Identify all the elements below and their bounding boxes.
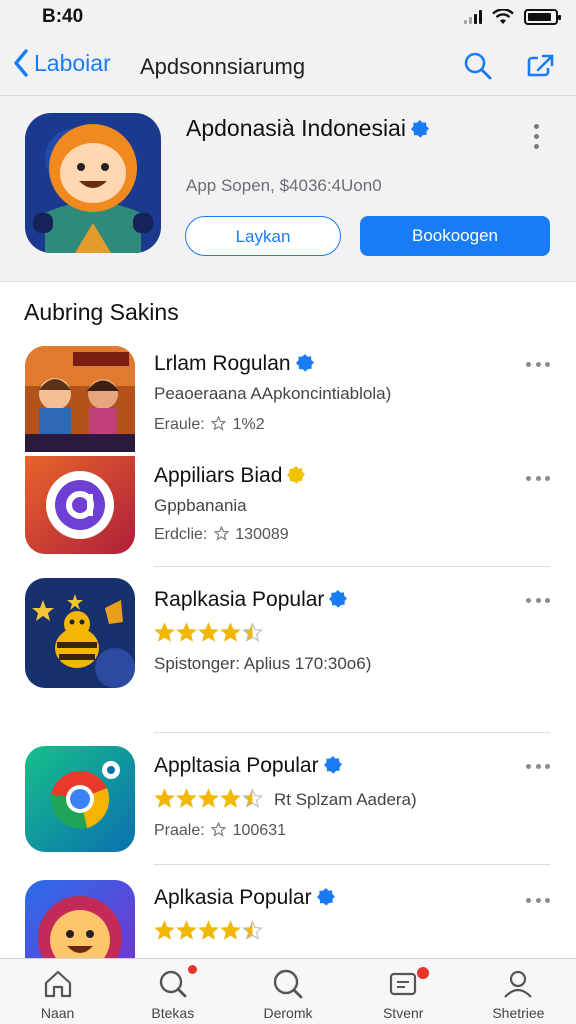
featured-app-icon[interactable] <box>25 113 161 253</box>
inbox-icon <box>390 972 417 996</box>
tab-label: Naan <box>40 1005 75 1021</box>
star-icon <box>220 788 241 808</box>
star-icon <box>176 920 197 940</box>
chevron-left-icon <box>14 49 28 77</box>
featured-app-card: Apdonasià Indonesiai App Sopen, $4036:4U… <box>0 96 576 282</box>
verified-badge-icon <box>316 888 335 906</box>
back-button[interactable]: Laboiar <box>12 48 111 78</box>
app-icon-game <box>25 346 135 452</box>
list-item[interactable]: Aplkasia Popular <box>0 880 576 958</box>
star-icon <box>198 788 219 808</box>
star-icon <box>154 622 175 642</box>
search-icon <box>464 52 492 80</box>
notification-badge <box>187 965 197 974</box>
share-icon <box>527 54 554 77</box>
app-rating-text: Praale: 100631 <box>154 822 286 839</box>
status-bar: B:40 <box>0 0 576 36</box>
app-icon-a-logo <box>25 456 135 554</box>
secondary-action-button[interactable]: Laykan <box>185 216 341 256</box>
tab-bar: Naan Btekas Deromk Stvenr Shetriee <box>0 958 576 1024</box>
verified-badge-icon <box>287 466 306 484</box>
battery-icon <box>524 9 561 25</box>
star-icon <box>198 920 219 940</box>
more-options-icon[interactable] <box>526 476 550 482</box>
more-options-icon[interactable] <box>526 898 550 904</box>
app-name: Appiliars Biad <box>154 464 306 488</box>
star-icon <box>154 788 175 808</box>
app-publisher: Peaoeraana AApkoncintiablola) <box>154 384 392 403</box>
more-options-icon[interactable] <box>526 764 550 770</box>
list-item[interactable]: Lrlam Rogulan Peaoeraana AApkoncintiablo… <box>0 346 576 456</box>
divider <box>154 732 550 733</box>
app-publisher: Gppbanania <box>154 496 247 515</box>
tab-label: Shetriee <box>492 1005 545 1021</box>
star-icon <box>176 788 197 808</box>
navigation-bar: Laboiar Apdsonnsiarumg <box>0 36 576 96</box>
app-name: Aplkasia Popular <box>154 886 336 910</box>
tab-home[interactable]: Naan <box>0 959 115 1024</box>
wifi-icon <box>492 9 514 24</box>
list-item[interactable]: Raplkasia Popular Spistonger: Aplius 170… <box>0 578 576 733</box>
star-rating <box>154 920 263 941</box>
search-icon <box>273 969 303 999</box>
app-subtitle: Rt Splzam Aadera) <box>274 790 417 809</box>
verified-badge-icon <box>295 354 314 372</box>
tab-search[interactable]: Deromk <box>230 959 345 1024</box>
back-label: Laboiar <box>34 49 111 76</box>
star-icon <box>242 920 263 940</box>
featured-app-subtitle: App Sopen, $4036:4Uon0 <box>186 176 382 195</box>
verified-badge-icon <box>323 756 342 774</box>
status-time: B:40 <box>42 6 84 27</box>
list-item[interactable]: Appltasia Popular Rt Splzam Aadera) Praa… <box>0 746 576 866</box>
more-options-icon[interactable] <box>526 598 550 604</box>
app-name: Raplkasia Popular <box>154 588 348 612</box>
divider <box>154 864 550 865</box>
app-name: Lrlam Rogulan <box>154 352 315 376</box>
section-title: Aubring Sakins <box>24 299 179 325</box>
verified-badge-icon <box>329 590 348 608</box>
star-outline-icon <box>211 416 227 431</box>
search-button[interactable] <box>462 50 494 82</box>
star-outline-icon <box>211 822 227 837</box>
search-badge-icon <box>159 970 187 998</box>
share-button[interactable] <box>524 50 556 82</box>
star-icon <box>242 622 263 642</box>
primary-action-button[interactable]: Bookoogen <box>360 216 550 256</box>
star-rating <box>154 788 263 809</box>
star-rating <box>154 622 263 643</box>
cellular-signal-icon <box>464 10 482 24</box>
app-icon-chrome-like <box>25 746 135 852</box>
profile-icon <box>504 970 533 998</box>
star-icon <box>220 920 241 940</box>
verified-badge-icon <box>410 120 429 138</box>
notification-badge <box>417 967 430 979</box>
nav-title: Apdsonnsiarumg <box>140 54 306 79</box>
app-name: Appltasia Popular <box>154 754 343 778</box>
app-icon-smiley <box>25 880 135 958</box>
home-icon <box>44 970 71 998</box>
app-rating-text: Eraule: 1%2 <box>154 416 265 433</box>
star-icon <box>176 622 197 642</box>
tab-label: Btekas <box>151 1005 195 1021</box>
more-options-icon[interactable] <box>534 124 540 152</box>
app-subtitle: Spistonger: Aplius 170:30o6) <box>154 654 372 673</box>
star-icon <box>154 920 175 940</box>
star-outline-icon <box>213 526 229 541</box>
list-item[interactable]: Appiliars Biad Gppbanania Erdclie: 13008… <box>0 456 576 567</box>
star-icon <box>198 622 219 642</box>
more-options-icon[interactable] <box>526 362 550 368</box>
status-icons <box>464 9 561 25</box>
star-icon <box>220 622 241 642</box>
app-rating-text: Erdclie: 130089 <box>154 526 289 543</box>
tab-label: Deromk <box>263 1005 313 1021</box>
tab-profile[interactable]: Shetriee <box>461 959 576 1024</box>
star-icon <box>242 788 263 808</box>
app-icon-bee-game <box>25 578 135 688</box>
tab-browse[interactable]: Btekas <box>115 959 230 1024</box>
featured-app-name: Apdonasià Indonesiai <box>186 114 486 143</box>
divider <box>154 566 550 567</box>
tab-label: Stvenr <box>382 1005 424 1021</box>
tab-inbox[interactable]: Stvenr <box>346 959 461 1024</box>
